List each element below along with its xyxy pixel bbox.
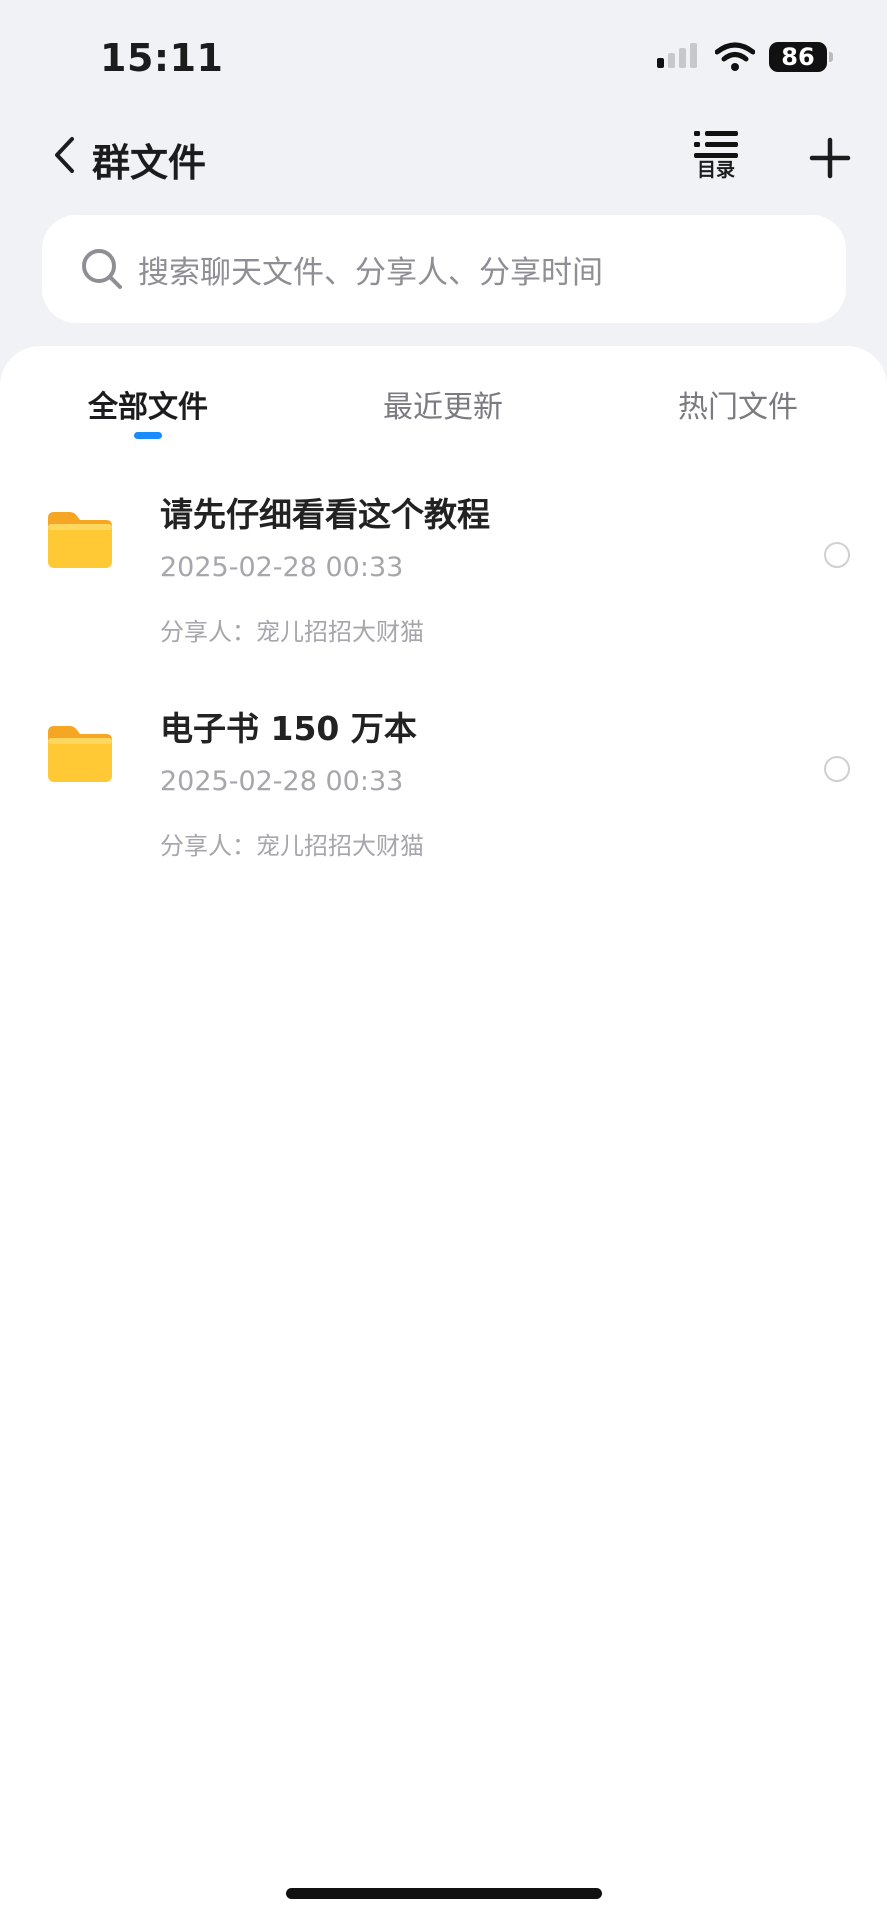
page-title: 群文件 <box>92 141 207 185</box>
plus-icon <box>809 137 851 179</box>
file-time: 2025-02-28 00:33 <box>160 766 404 797</box>
select-radio[interactable] <box>824 542 850 568</box>
search-icon <box>80 247 124 291</box>
file-name: 请先仔细看看这个教程 <box>160 495 490 534</box>
cellular-signal-icon <box>657 43 697 68</box>
file-list-sheet: 全部文件 最近更新 热门文件 请先仔细看看这个教程 2025-02-28 00:… <box>0 346 887 1920</box>
toc-button[interactable]: 目录 <box>688 130 744 194</box>
list-icon <box>694 131 738 158</box>
folder-icon <box>48 512 112 568</box>
home-indicator <box>286 1888 602 1899</box>
search-input[interactable]: 搜索聊天文件、分享人、分享时间 <box>42 215 846 323</box>
tab-recently-updated[interactable]: 最近更新 <box>343 382 543 426</box>
tab-popular-files[interactable]: 热门文件 <box>638 382 838 426</box>
folder-icon <box>48 726 112 782</box>
status-bar: 15:11 86 <box>0 0 887 110</box>
wifi-icon <box>715 42 755 71</box>
file-name: 电子书 150 万本 <box>160 709 417 748</box>
file-sharer: 分享人：宠儿招招大财猫 <box>160 832 424 860</box>
active-tab-indicator <box>134 432 162 439</box>
add-button[interactable] <box>806 134 854 182</box>
file-sharer: 分享人：宠儿招招大财猫 <box>160 618 424 646</box>
list-item[interactable]: 电子书 150 万本 2025-02-28 00:33 分享人：宠儿招招大财猫 <box>0 682 887 882</box>
battery-indicator: 86 <box>769 42 833 72</box>
status-time: 15:11 <box>100 36 224 80</box>
nav-bar: 群文件 目录 <box>0 120 887 190</box>
status-indicators: 86 <box>657 42 833 72</box>
back-button[interactable] <box>44 130 84 180</box>
file-time: 2025-02-28 00:33 <box>160 552 404 583</box>
tab-all-files[interactable]: 全部文件 <box>48 382 248 426</box>
chevron-left-icon <box>55 137 74 173</box>
select-radio[interactable] <box>824 756 850 782</box>
list-item[interactable]: 请先仔细看看这个教程 2025-02-28 00:33 分享人：宠儿招招大财猫 <box>0 468 887 668</box>
search-placeholder: 搜索聊天文件、分享人、分享时间 <box>138 254 603 291</box>
toc-label: 目录 <box>696 159 735 181</box>
